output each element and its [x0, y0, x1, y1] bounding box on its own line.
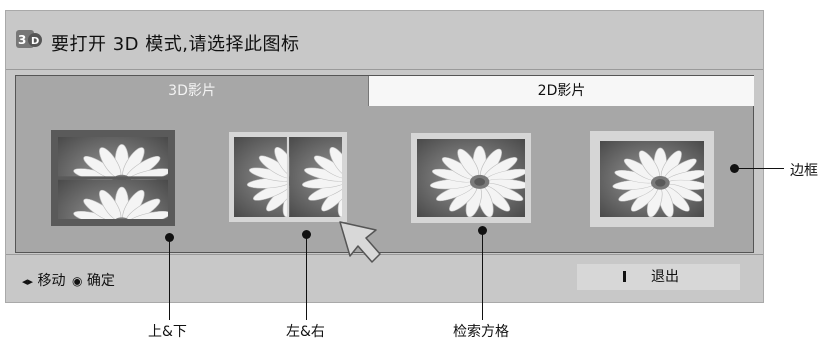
callout-line-frame [738, 168, 784, 169]
move-label: 移动 [37, 273, 66, 289]
mode-left-right[interactable] [229, 132, 347, 222]
mode-checkerboard[interactable] [411, 133, 531, 223]
callout-line-left-right [306, 235, 307, 320]
callout-frame: 边框 [790, 163, 818, 179]
footer-hints: ◂▸ 移动 ◉ 确定 [22, 270, 115, 290]
move-arrows-icon: ◂▸ [22, 275, 34, 288]
pointer-cursor-icon [339, 221, 381, 263]
tab-3d-movie[interactable]: 3D影片 [16, 76, 368, 106]
exit-key-icon [623, 271, 626, 282]
exit-button[interactable]: 退出 [577, 264, 740, 290]
tab-2d-movie[interactable]: 2D影片 [368, 76, 754, 106]
left-right-preview-icon [234, 137, 342, 217]
dialog-title: 要打开 3D 模式,请选择此图标 [51, 34, 300, 55]
callout-line-checkerboard [482, 231, 483, 320]
exit-label: 退出 [651, 269, 679, 285]
top-bottom-preview-icon [58, 137, 168, 219]
svg-text:3: 3 [18, 33, 26, 47]
svg-text:D: D [31, 36, 39, 47]
checkerboard-preview-icon [417, 139, 525, 217]
mode-top-bottom[interactable] [51, 130, 175, 226]
callout-left-right: 左&右 [286, 324, 325, 340]
ok-label: 确定 [86, 273, 115, 289]
callout-checkerboard: 检索方格 [453, 324, 509, 340]
mode-frame[interactable] [590, 131, 714, 227]
callout-line-top-bottom [169, 238, 170, 320]
dialog-header: 3 D 要打开 3D 模式,请选择此图标 [6, 11, 763, 69]
header-divider [6, 69, 763, 70]
ok-button-icon: ◉ [71, 274, 83, 288]
3d-logo-icon: 3 D [15, 28, 43, 50]
frame-preview-icon [600, 141, 704, 217]
callout-top-bottom: 上&下 [148, 324, 187, 340]
